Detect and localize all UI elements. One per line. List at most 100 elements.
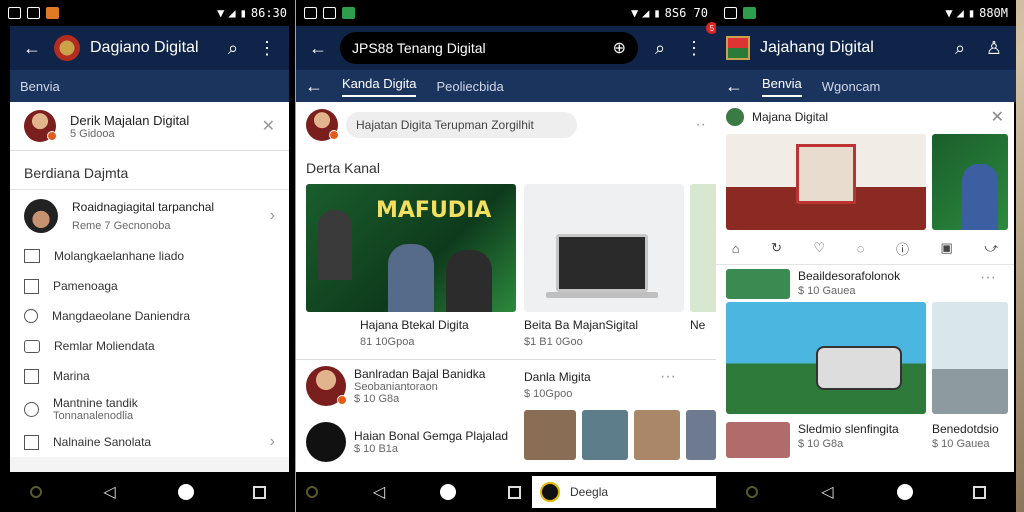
video-card[interactable]: [690, 184, 716, 312]
menu-item[interactable]: Remlar Moliendata: [10, 331, 289, 361]
back-icon[interactable]: ◁: [818, 483, 836, 501]
heart-icon[interactable]: ♡: [814, 240, 826, 256]
status-bar: ▼ ◢ ▮ 86:30: [0, 0, 295, 26]
search-input[interactable]: JPS88 Tenang Digital: [352, 40, 605, 56]
list-item[interactable]: Sledmio slenfingita $ 10 G8a Benedotdsio…: [716, 420, 1014, 460]
section-label[interactable]: Benvia: [20, 79, 60, 94]
menu-item[interactable]: Mantnine tandik Tonnanalenodlia: [10, 391, 289, 427]
photo-thumb[interactable]: [686, 410, 716, 460]
forward-icon[interactable]: ⤻: [984, 240, 998, 256]
close-icon[interactable]: ✕: [991, 107, 1004, 127]
doorway-image: [796, 144, 856, 204]
signal-icon: ◢: [956, 6, 964, 20]
menu-item[interactable]: Nalnaine Sanolata ›: [10, 427, 289, 457]
photo-thumb[interactable]: [582, 410, 628, 460]
section-title: Berdiana Dajmta: [10, 150, 289, 189]
channel-logo[interactable]: [54, 35, 80, 61]
search-icon[interactable]: ⌕: [948, 36, 972, 60]
post-item[interactable]: Banlradan Bajal Banidka Seobaniantoraon …: [296, 366, 516, 406]
menu-item[interactable]: Molangkaelanhane liado: [10, 241, 289, 271]
footer-pill[interactable]: Deegla: [532, 476, 716, 508]
video-card[interactable]: MAFUDIA: [306, 184, 516, 312]
laptop-base: [546, 292, 658, 298]
video-thumbnail[interactable]: [932, 134, 1008, 230]
system-nav-bar: ◁: [0, 472, 295, 512]
tab-kanda-digita[interactable]: Kanda Digita: [342, 76, 417, 97]
share-icon[interactable]: ↻: [771, 240, 782, 256]
photo-thumb[interactable]: [524, 410, 576, 460]
video-thumbnail[interactable]: [932, 302, 1008, 414]
phone-screen-3: ▼ ◢ ▮ 880M Jajahang Digital ⌕ ♙ ← Benvia…: [716, 0, 1016, 512]
home-icon[interactable]: [896, 484, 913, 500]
back-arrow-icon[interactable]: ←: [725, 74, 743, 98]
comment-icon[interactable]: ◌: [857, 241, 865, 256]
video-thumbnail[interactable]: [726, 134, 926, 230]
account-icon[interactable]: ♙: [982, 36, 1006, 60]
more-options-icon[interactable]: ⋮: [255, 36, 279, 60]
list-title: Beaildesorafolonok: [798, 269, 901, 283]
composer-row[interactable]: Hajatan Digita Terupman Zorgilhit ··: [296, 102, 716, 148]
back-icon[interactable]: ◁: [370, 483, 388, 501]
back-arrow-icon[interactable]: ←: [306, 36, 330, 60]
search-icon[interactable]: ⌕: [648, 36, 672, 60]
back-arrow-icon[interactable]: ←: [305, 74, 323, 98]
app-bar: ← Dagiano Digital ⌕ ⋮: [10, 26, 289, 70]
battery-icon: ▮: [239, 6, 247, 20]
avatar: [306, 366, 347, 406]
info-icon[interactable]: ⓘ: [896, 239, 909, 258]
back-arrow-icon[interactable]: ←: [20, 36, 44, 60]
pin-icon[interactable]: ✕: [262, 116, 275, 136]
recents-icon[interactable]: [252, 485, 266, 499]
tab-wgoncam[interactable]: Wgoncam: [822, 79, 881, 94]
featured-row[interactable]: Roaidnagiagital tarpanchal Reme 7 Gecnon…: [10, 189, 289, 241]
thumbnail-person: [388, 244, 434, 312]
list-item[interactable]: Beaildesorafolonok $ 10 Gauea ···: [716, 264, 1014, 300]
photo-thumb[interactable]: [634, 410, 680, 460]
notification-icon: [304, 7, 317, 19]
avatar: [306, 422, 346, 462]
tab-peoliecbida[interactable]: Peoliecbida: [436, 79, 503, 94]
home-icon[interactable]: [440, 484, 456, 500]
assistant-icon[interactable]: [306, 486, 318, 498]
more-icon[interactable]: ···: [980, 269, 996, 287]
save-icon[interactable]: ▣: [941, 240, 953, 256]
video-thumbnail[interactable]: [726, 302, 926, 414]
card-banner: MAFUDIA: [376, 198, 492, 223]
thumbnail-person: [446, 250, 492, 312]
laptop-image: [556, 234, 648, 292]
post-item[interactable]: Haian Bonal Gemga Plajalad $ 10 B1a: [296, 422, 526, 462]
recents-icon[interactable]: [508, 485, 521, 499]
recents-icon[interactable]: [972, 485, 986, 499]
search-icon[interactable]: ⌕: [221, 36, 245, 60]
profile-row[interactable]: Derik Majalan Digital 5 Gidooa ✕: [10, 102, 289, 150]
channel-logo[interactable]: [726, 36, 750, 60]
status-bar: ▼ ◢ ▮ 880M: [716, 0, 1016, 26]
more-icon[interactable]: ···: [660, 368, 676, 386]
tab-benvia[interactable]: Benvia: [762, 76, 802, 97]
home-icon[interactable]: [177, 484, 194, 500]
app-notification-icon: [46, 7, 59, 19]
assistant-icon[interactable]: [29, 486, 42, 498]
menu-item[interactable]: Marina: [10, 361, 289, 391]
page-title: Dagiano Digital: [90, 39, 199, 56]
menu-item[interactable]: Pamenoaga: [10, 271, 289, 301]
thumbnail-person: [962, 164, 998, 230]
post-meta: $ 10 B1a: [354, 443, 399, 455]
video-card[interactable]: [524, 184, 684, 312]
media-row-2: [716, 300, 1014, 420]
like-icon[interactable]: ⌂: [732, 241, 740, 256]
menu-item-label: Nalnaine Sanolata: [53, 435, 152, 449]
search-icon[interactable]: ⊕: [613, 38, 626, 58]
more-options-icon[interactable]: ⋮ 5: [682, 22, 716, 60]
menu-item[interactable]: Mangdaeolane Daniendra: [10, 301, 289, 331]
list-title: Sledmio slenfingita: [798, 422, 899, 436]
search-bar[interactable]: JPS88 Tenang Digital ⊕: [340, 32, 638, 64]
card-meta: $1 B1 0Goo: [524, 336, 583, 348]
menu-item-label: Mangdaeolane Daniendra: [52, 309, 191, 323]
back-icon[interactable]: ◁: [101, 483, 119, 501]
composer-input[interactable]: Hajatan Digita Terupman Zorgilhit: [346, 112, 578, 138]
notification-icon: [724, 7, 737, 19]
more-icon[interactable]: ··: [585, 116, 706, 134]
chevron-right-icon[interactable]: ›: [270, 207, 275, 225]
assistant-icon[interactable]: [746, 486, 759, 498]
